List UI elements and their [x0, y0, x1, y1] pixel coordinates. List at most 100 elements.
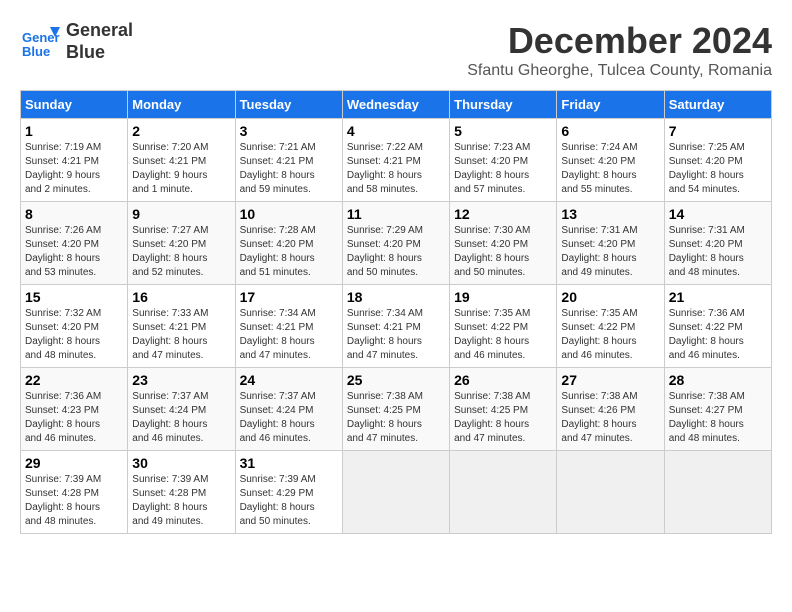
- day-info: Sunrise: 7:30 AM Sunset: 4:20 PM Dayligh…: [454, 224, 552, 280]
- day-number: 27: [561, 372, 659, 388]
- day-info: Sunrise: 7:39 AM Sunset: 4:28 PM Dayligh…: [25, 473, 123, 529]
- calendar-cell: 25 Sunrise: 7:38 AM Sunset: 4:25 PM Dayli…: [342, 368, 449, 451]
- day-number: 13: [561, 206, 659, 222]
- day-info: Sunrise: 7:21 AM Sunset: 4:21 PM Dayligh…: [240, 141, 338, 197]
- page-title: December 2024: [467, 20, 772, 62]
- day-info: Sunrise: 7:39 AM Sunset: 4:29 PM Dayligh…: [240, 473, 338, 529]
- day-info: Sunrise: 7:36 AM Sunset: 4:22 PM Dayligh…: [669, 307, 767, 363]
- day-info: Sunrise: 7:37 AM Sunset: 4:24 PM Dayligh…: [132, 390, 230, 446]
- day-info: Sunrise: 7:32 AM Sunset: 4:20 PM Dayligh…: [25, 307, 123, 363]
- calendar-cell: 23 Sunrise: 7:37 AM Sunset: 4:24 PM Dayli…: [128, 368, 235, 451]
- day-info: Sunrise: 7:38 AM Sunset: 4:25 PM Dayligh…: [454, 390, 552, 446]
- day-info: Sunrise: 7:27 AM Sunset: 4:20 PM Dayligh…: [132, 224, 230, 280]
- week-row-3: 15 Sunrise: 7:32 AM Sunset: 4:20 PM Dayli…: [21, 285, 772, 368]
- day-number: 23: [132, 372, 230, 388]
- day-number: 18: [347, 289, 445, 305]
- calendar-body: 1 Sunrise: 7:19 AM Sunset: 4:21 PM Daylig…: [21, 119, 772, 534]
- day-number: 25: [347, 372, 445, 388]
- day-number: 17: [240, 289, 338, 305]
- calendar-cell: 28 Sunrise: 7:38 AM Sunset: 4:27 PM Dayli…: [664, 368, 771, 451]
- calendar-cell: 18 Sunrise: 7:34 AM Sunset: 4:21 PM Dayli…: [342, 285, 449, 368]
- calendar-cell: 31 Sunrise: 7:39 AM Sunset: 4:29 PM Dayli…: [235, 451, 342, 534]
- day-number: 15: [25, 289, 123, 305]
- day-info: Sunrise: 7:39 AM Sunset: 4:28 PM Dayligh…: [132, 473, 230, 529]
- day-info: Sunrise: 7:38 AM Sunset: 4:27 PM Dayligh…: [669, 390, 767, 446]
- day-number: 2: [132, 123, 230, 139]
- page-header: General Blue General Blue December 2024 …: [20, 20, 772, 80]
- day-number: 24: [240, 372, 338, 388]
- calendar-cell: 24 Sunrise: 7:37 AM Sunset: 4:24 PM Dayli…: [235, 368, 342, 451]
- header-cell-wednesday: Wednesday: [342, 91, 449, 119]
- day-info: Sunrise: 7:24 AM Sunset: 4:20 PM Dayligh…: [561, 141, 659, 197]
- day-info: Sunrise: 7:34 AM Sunset: 4:21 PM Dayligh…: [347, 307, 445, 363]
- calendar-cell: 27 Sunrise: 7:38 AM Sunset: 4:26 PM Dayli…: [557, 368, 664, 451]
- calendar-cell: [557, 451, 664, 534]
- svg-text:Blue: Blue: [22, 44, 50, 59]
- day-info: Sunrise: 7:38 AM Sunset: 4:25 PM Dayligh…: [347, 390, 445, 446]
- calendar-cell: 7Sunrise: 7:25 AM Sunset: 4:20 PM Daylig…: [664, 119, 771, 202]
- day-number: 14: [669, 206, 767, 222]
- day-info: Sunrise: 7:22 AM Sunset: 4:21 PM Dayligh…: [347, 141, 445, 197]
- day-info: Sunrise: 7:38 AM Sunset: 4:26 PM Dayligh…: [561, 390, 659, 446]
- day-number: 30: [132, 455, 230, 471]
- calendar-cell: 9 Sunrise: 7:27 AM Sunset: 4:20 PM Daylig…: [128, 202, 235, 285]
- calendar-cell: 16 Sunrise: 7:33 AM Sunset: 4:21 PM Dayli…: [128, 285, 235, 368]
- day-number: 26: [454, 372, 552, 388]
- day-number: 28: [669, 372, 767, 388]
- day-number: 21: [669, 289, 767, 305]
- calendar-cell: 26 Sunrise: 7:38 AM Sunset: 4:25 PM Dayli…: [450, 368, 557, 451]
- day-number: 9: [132, 206, 230, 222]
- day-number: 12: [454, 206, 552, 222]
- week-row-1: 1 Sunrise: 7:19 AM Sunset: 4:21 PM Daylig…: [21, 119, 772, 202]
- calendar-cell: 14Sunrise: 7:31 AM Sunset: 4:20 PM Dayli…: [664, 202, 771, 285]
- calendar-cell: 22Sunrise: 7:36 AM Sunset: 4:23 PM Dayli…: [21, 368, 128, 451]
- day-info: Sunrise: 7:29 AM Sunset: 4:20 PM Dayligh…: [347, 224, 445, 280]
- day-number: 1: [25, 123, 123, 139]
- day-number: 8: [25, 206, 123, 222]
- logo-icon: General Blue: [20, 22, 60, 62]
- week-row-5: 29Sunrise: 7:39 AM Sunset: 4:28 PM Dayli…: [21, 451, 772, 534]
- header-cell-monday: Monday: [128, 91, 235, 119]
- calendar-cell: [342, 451, 449, 534]
- calendar-cell: 1 Sunrise: 7:19 AM Sunset: 4:21 PM Daylig…: [21, 119, 128, 202]
- calendar-header-row: SundayMondayTuesdayWednesdayThursdayFrid…: [21, 91, 772, 119]
- day-info: Sunrise: 7:26 AM Sunset: 4:20 PM Dayligh…: [25, 224, 123, 280]
- week-row-2: 8 Sunrise: 7:26 AM Sunset: 4:20 PM Daylig…: [21, 202, 772, 285]
- calendar-cell: [450, 451, 557, 534]
- header-cell-sunday: Sunday: [21, 91, 128, 119]
- calendar-cell: 10Sunrise: 7:28 AM Sunset: 4:20 PM Dayli…: [235, 202, 342, 285]
- day-number: 16: [132, 289, 230, 305]
- header-cell-friday: Friday: [557, 91, 664, 119]
- page-subtitle: Sfantu Gheorghe, Tulcea County, Romania: [467, 62, 772, 80]
- header-cell-thursday: Thursday: [450, 91, 557, 119]
- calendar-cell: 2Sunrise: 7:20 AM Sunset: 4:21 PM Daylig…: [128, 119, 235, 202]
- title-block: December 2024 Sfantu Gheorghe, Tulcea Co…: [467, 20, 772, 80]
- week-row-4: 22Sunrise: 7:36 AM Sunset: 4:23 PM Dayli…: [21, 368, 772, 451]
- calendar-cell: 29Sunrise: 7:39 AM Sunset: 4:28 PM Dayli…: [21, 451, 128, 534]
- day-info: Sunrise: 7:31 AM Sunset: 4:20 PM Dayligh…: [561, 224, 659, 280]
- calendar-cell: 30 Sunrise: 7:39 AM Sunset: 4:28 PM Dayli…: [128, 451, 235, 534]
- calendar-table: SundayMondayTuesdayWednesdayThursdayFrid…: [20, 90, 772, 534]
- calendar-cell: 19Sunrise: 7:35 AM Sunset: 4:22 PM Dayli…: [450, 285, 557, 368]
- calendar-cell: 20 Sunrise: 7:35 AM Sunset: 4:22 PM Dayli…: [557, 285, 664, 368]
- day-info: Sunrise: 7:37 AM Sunset: 4:24 PM Dayligh…: [240, 390, 338, 446]
- day-info: Sunrise: 7:19 AM Sunset: 4:21 PM Dayligh…: [25, 141, 123, 197]
- day-info: Sunrise: 7:35 AM Sunset: 4:22 PM Dayligh…: [561, 307, 659, 363]
- calendar-cell: 15 Sunrise: 7:32 AM Sunset: 4:20 PM Dayli…: [21, 285, 128, 368]
- calendar-cell: 21 Sunrise: 7:36 AM Sunset: 4:22 PM Dayli…: [664, 285, 771, 368]
- day-info: Sunrise: 7:28 AM Sunset: 4:20 PM Dayligh…: [240, 224, 338, 280]
- logo-text: General Blue: [66, 20, 133, 63]
- day-number: 22: [25, 372, 123, 388]
- header-cell-saturday: Saturday: [664, 91, 771, 119]
- logo: General Blue General Blue: [20, 20, 133, 63]
- day-number: 20: [561, 289, 659, 305]
- day-number: 3: [240, 123, 338, 139]
- day-number: 31: [240, 455, 338, 471]
- day-info: Sunrise: 7:33 AM Sunset: 4:21 PM Dayligh…: [132, 307, 230, 363]
- day-number: 7: [669, 123, 767, 139]
- day-number: 5: [454, 123, 552, 139]
- calendar-cell: 8 Sunrise: 7:26 AM Sunset: 4:20 PM Daylig…: [21, 202, 128, 285]
- day-number: 6: [561, 123, 659, 139]
- day-info: Sunrise: 7:23 AM Sunset: 4:20 PM Dayligh…: [454, 141, 552, 197]
- day-number: 4: [347, 123, 445, 139]
